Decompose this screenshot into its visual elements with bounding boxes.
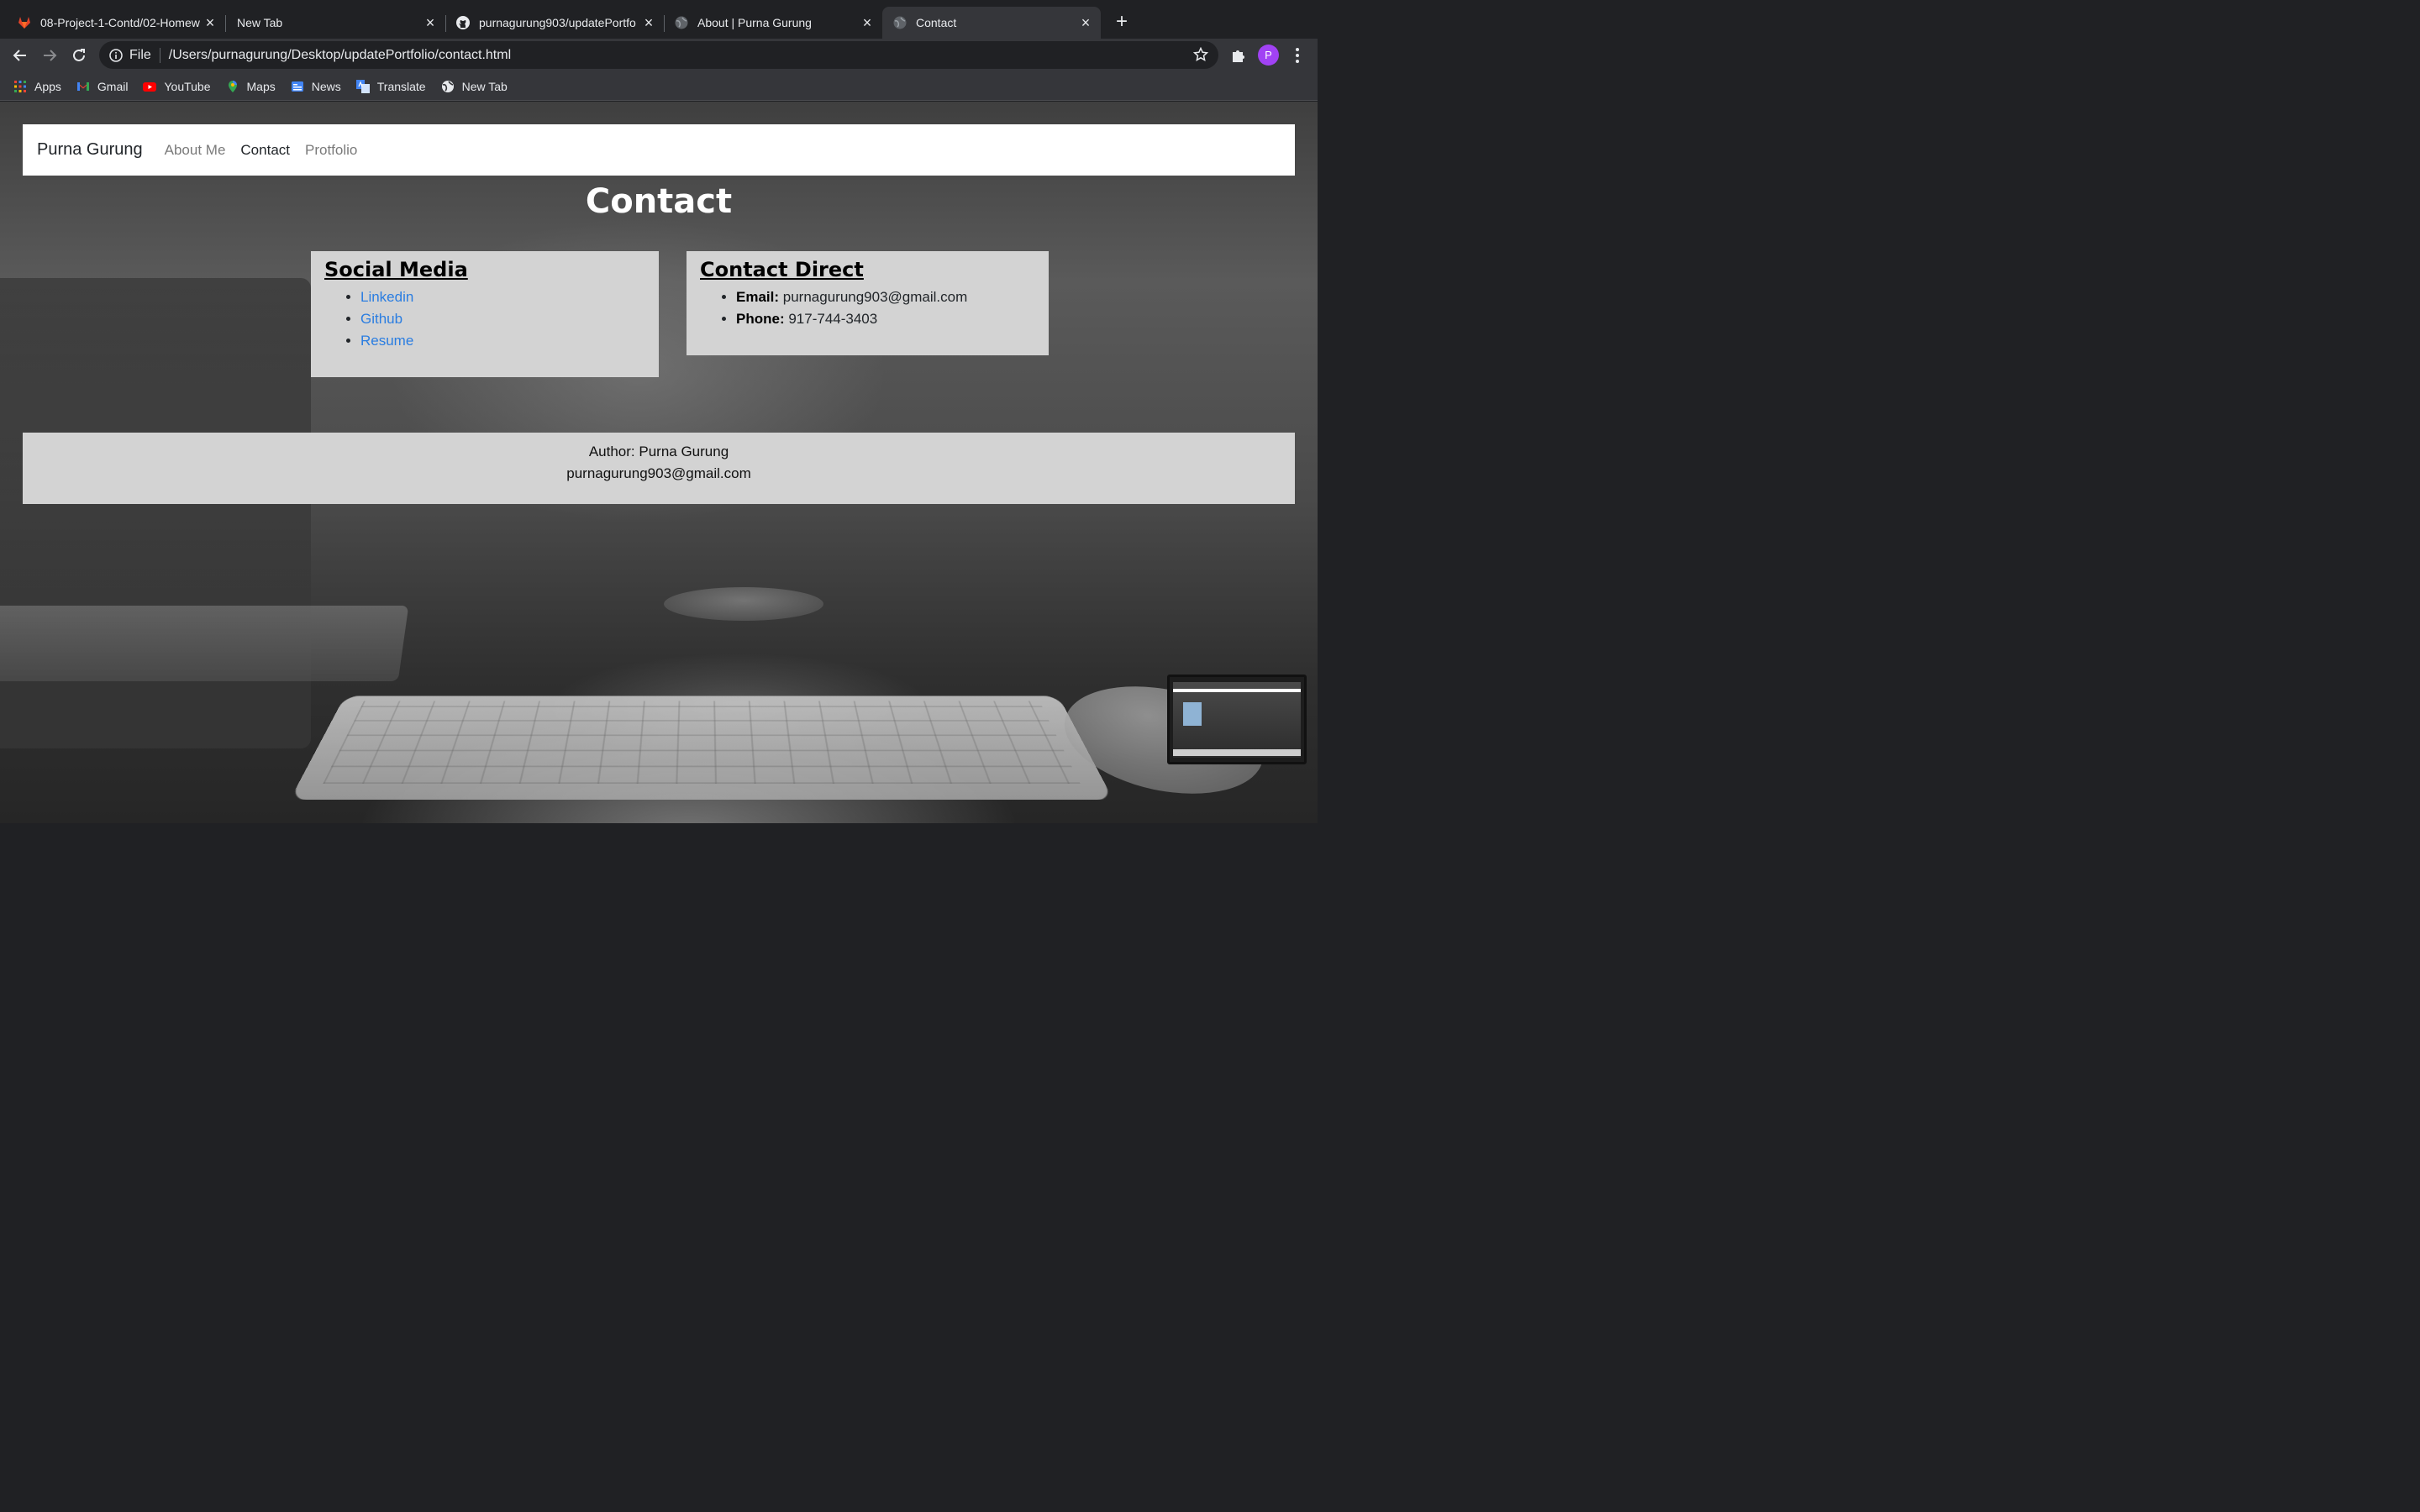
bookmark-translate[interactable]: Translate: [355, 79, 426, 93]
bookmark-label: Translate: [376, 79, 426, 93]
page-title: Contact: [585, 182, 733, 221]
page-viewport: Purna Gurung About Me Contact Protfolio …: [0, 102, 1318, 823]
bookmark-apps[interactable]: Apps: [13, 80, 61, 93]
site-brand[interactable]: Purna Gurung: [37, 140, 143, 160]
url-scheme: File: [129, 47, 151, 62]
tab-title: New Tab: [237, 16, 283, 29]
bookmark-gmail[interactable]: Gmail: [76, 79, 129, 93]
globe-icon: [674, 15, 689, 30]
close-icon[interactable]: ×: [202, 14, 218, 31]
email-value: purnagurung903@gmail.com: [782, 289, 968, 305]
close-icon[interactable]: ×: [422, 14, 439, 31]
new-tab-plus-icon[interactable]: +: [1111, 12, 1133, 34]
bookmark-label: Apps: [34, 79, 61, 93]
menu-kebab-icon[interactable]: [1290, 45, 1305, 66]
tab-about-purna[interactable]: About | Purna Gurung ×: [657, 7, 882, 39]
maps-pin-icon: [226, 80, 239, 93]
linkedin-link[interactable]: Linkedin: [360, 289, 413, 305]
nav-link-contact[interactable]: Contact: [240, 142, 290, 159]
tab-title: About | Purna Gurung: [697, 16, 812, 29]
translate-icon: [355, 79, 370, 93]
info-icon[interactable]: [109, 48, 123, 62]
bookmark-label: New Tab: [461, 79, 508, 93]
bookmarks-bar: Apps Gmail YouTube Maps News Translate N…: [0, 72, 1318, 101]
bookmark-new-tab[interactable]: New Tab: [441, 80, 508, 93]
tab-contact-active[interactable]: Contact ×: [882, 7, 1101, 39]
list-item: Resume: [360, 330, 645, 352]
phone-value: 917-744-3403: [788, 311, 878, 327]
bookmark-youtube[interactable]: YouTube: [143, 79, 211, 93]
contact-details-list: Email: purnagurung903@gmail.com Phone: 9…: [700, 286, 1035, 330]
apps-grid-icon: [13, 80, 27, 93]
tab-new-tab[interactable]: New Tab ×: [220, 7, 445, 39]
bookmark-news[interactable]: News: [291, 80, 341, 93]
news-icon: [291, 80, 304, 93]
url-text[interactable]: /Users/purnagurung/Desktop/updatePortfol…: [169, 48, 511, 63]
nav-link-about-me[interactable]: About Me: [165, 142, 226, 159]
youtube-icon: [143, 80, 157, 93]
bookmark-maps[interactable]: Maps: [226, 80, 276, 93]
email-item: Email: purnagurung903@gmail.com: [736, 286, 1035, 308]
tab-strip: 08-Project-1-Contd/02-Homew × New Tab × …: [0, 0, 1318, 39]
nav-link-portfolio[interactable]: Protfolio: [305, 142, 357, 159]
footer-author: Author: Purna Gurung: [588, 444, 729, 459]
tab-title: purnagurung903/updatePortfo: [479, 16, 636, 29]
social-media-card: Social Media Linkedin Github Resume: [311, 251, 659, 377]
phone-item: Phone: 917-744-3403: [736, 308, 1035, 330]
address-bar[interactable]: File /Users/purnagurung/Desktop/updatePo…: [99, 41, 1218, 69]
tab-title: Contact: [916, 16, 957, 29]
bookmark-label: Maps: [246, 79, 276, 93]
browser-toolbar: File /Users/purnagurung/Desktop/updatePo…: [0, 39, 1318, 72]
forward-arrow-icon[interactable]: [38, 44, 61, 67]
list-item: Linkedin: [360, 286, 645, 308]
github-link[interactable]: Github: [360, 311, 402, 327]
resume-link[interactable]: Resume: [360, 333, 413, 349]
globe-icon: [441, 80, 455, 93]
background-laptop-base: [0, 606, 409, 681]
tab-github-repo[interactable]: purnagurung903/updatePortfo ×: [439, 7, 664, 39]
thumbnail-navbar: [1173, 689, 1301, 692]
close-icon[interactable]: ×: [640, 14, 657, 31]
bookmark-star-icon[interactable]: [1192, 46, 1209, 62]
bookmark-label: YouTube: [164, 79, 211, 93]
close-icon[interactable]: ×: [859, 14, 876, 31]
social-media-heading: Social Media: [324, 258, 468, 281]
contact-direct-card: Contact Direct Email: purnagurung903@gma…: [687, 251, 1049, 355]
back-arrow-icon[interactable]: [8, 44, 32, 67]
background-keyboard-keys: [323, 701, 1081, 785]
thumbnail-footer: [1173, 749, 1301, 756]
tab-title: 08-Project-1-Contd/02-Homew: [40, 16, 200, 29]
screenshot-thumbnail-preview[interactable]: [1167, 675, 1307, 764]
extensions-puzzle-icon[interactable]: [1230, 47, 1247, 64]
github-icon: [455, 15, 471, 30]
bookmark-label: News: [311, 79, 341, 93]
email-label: Email:: [736, 289, 780, 305]
globe-icon: [892, 15, 908, 30]
profile-avatar[interactable]: P: [1258, 45, 1279, 66]
phone-label: Phone:: [736, 311, 785, 327]
site-footer: Author: Purna Gurung purnagurung903@gmai…: [23, 433, 1295, 504]
gmail-icon: [76, 80, 90, 93]
contact-direct-heading: Contact Direct: [700, 258, 864, 281]
footer-email: purnagurung903@gmail.com: [566, 465, 751, 481]
background-cup: [664, 587, 823, 621]
gitlab-icon: [17, 15, 32, 30]
site-navbar: Purna Gurung About Me Contact Protfolio: [23, 124, 1295, 176]
social-links-list: Linkedin Github Resume: [324, 286, 645, 352]
tab-gitlab-homework[interactable]: 08-Project-1-Contd/02-Homew ×: [0, 7, 225, 39]
close-icon[interactable]: ×: [1077, 14, 1094, 31]
list-item: Github: [360, 308, 645, 330]
reload-icon[interactable]: [67, 44, 91, 67]
thumbnail-photo: [1183, 702, 1202, 726]
bookmark-label: Gmail: [97, 79, 129, 93]
